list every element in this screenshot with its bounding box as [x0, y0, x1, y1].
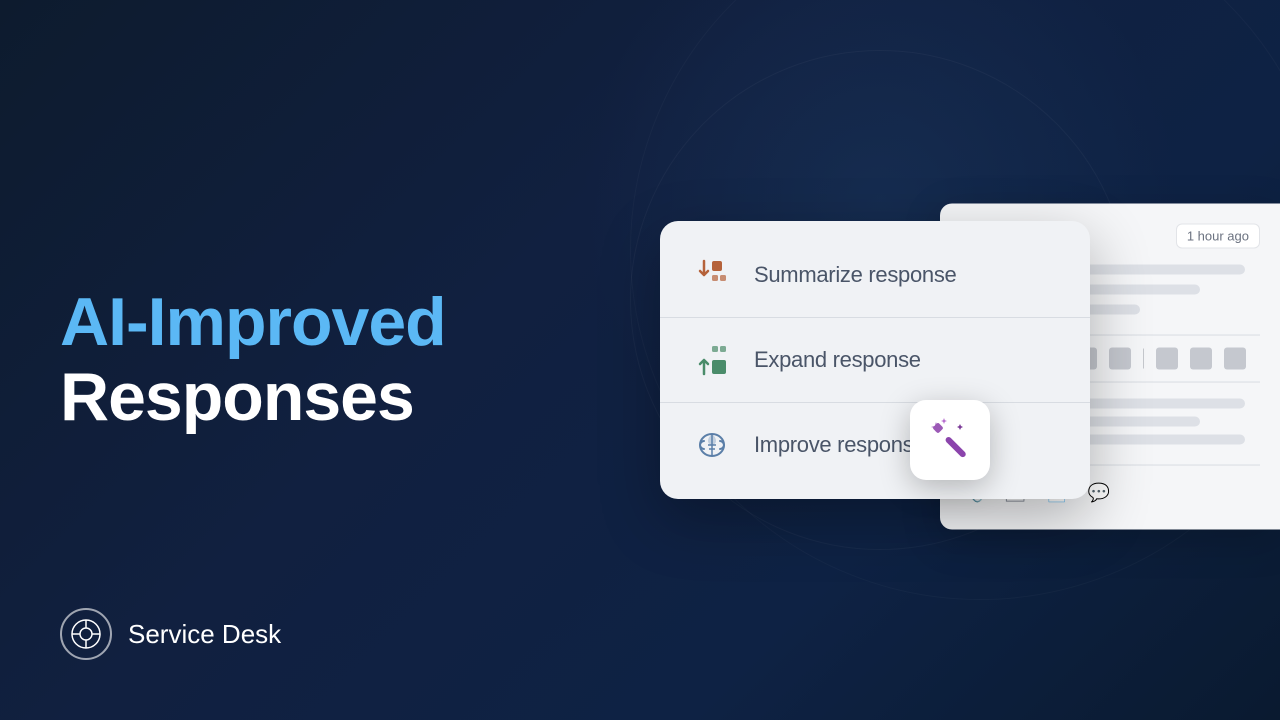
toolbar-more-icon	[1224, 348, 1246, 370]
right-panel: 1 hour ago 📎 🖼 📄 💬	[600, 0, 1280, 720]
toolbar-list-icon	[1109, 348, 1131, 370]
headline-line2: Responses	[60, 360, 560, 435]
toolbar-quote-icon	[1156, 348, 1178, 370]
toolbar-divider	[1143, 349, 1144, 369]
improve-icon	[690, 423, 734, 467]
expand-icon	[690, 338, 734, 382]
summarize-menu-item[interactable]: Summarize response	[660, 233, 1090, 318]
summarize-icon	[690, 253, 734, 297]
brand-logo-icon	[70, 618, 102, 650]
toolbar-link-icon	[1190, 348, 1212, 370]
headline: AI-Improved Responses	[60, 285, 560, 435]
expand-label: Expand response	[754, 347, 921, 373]
expand-menu-item[interactable]: Expand response	[660, 318, 1090, 403]
ai-menu-card: Summarize response Expand response	[660, 221, 1090, 499]
improve-label: Improve response	[754, 432, 925, 458]
summarize-label: Summarize response	[754, 262, 956, 288]
magic-wand-icon	[924, 414, 976, 466]
brand-name: Service Desk	[128, 619, 281, 650]
magic-wand-button[interactable]	[910, 400, 990, 480]
headline-line1: AI-Improved	[60, 285, 560, 360]
brand-logo	[60, 608, 112, 660]
brand-footer: Service Desk	[60, 608, 281, 660]
timestamp-badge: 1 hour ago	[1176, 224, 1260, 249]
improve-menu-item[interactable]: Improve response	[660, 403, 1090, 487]
